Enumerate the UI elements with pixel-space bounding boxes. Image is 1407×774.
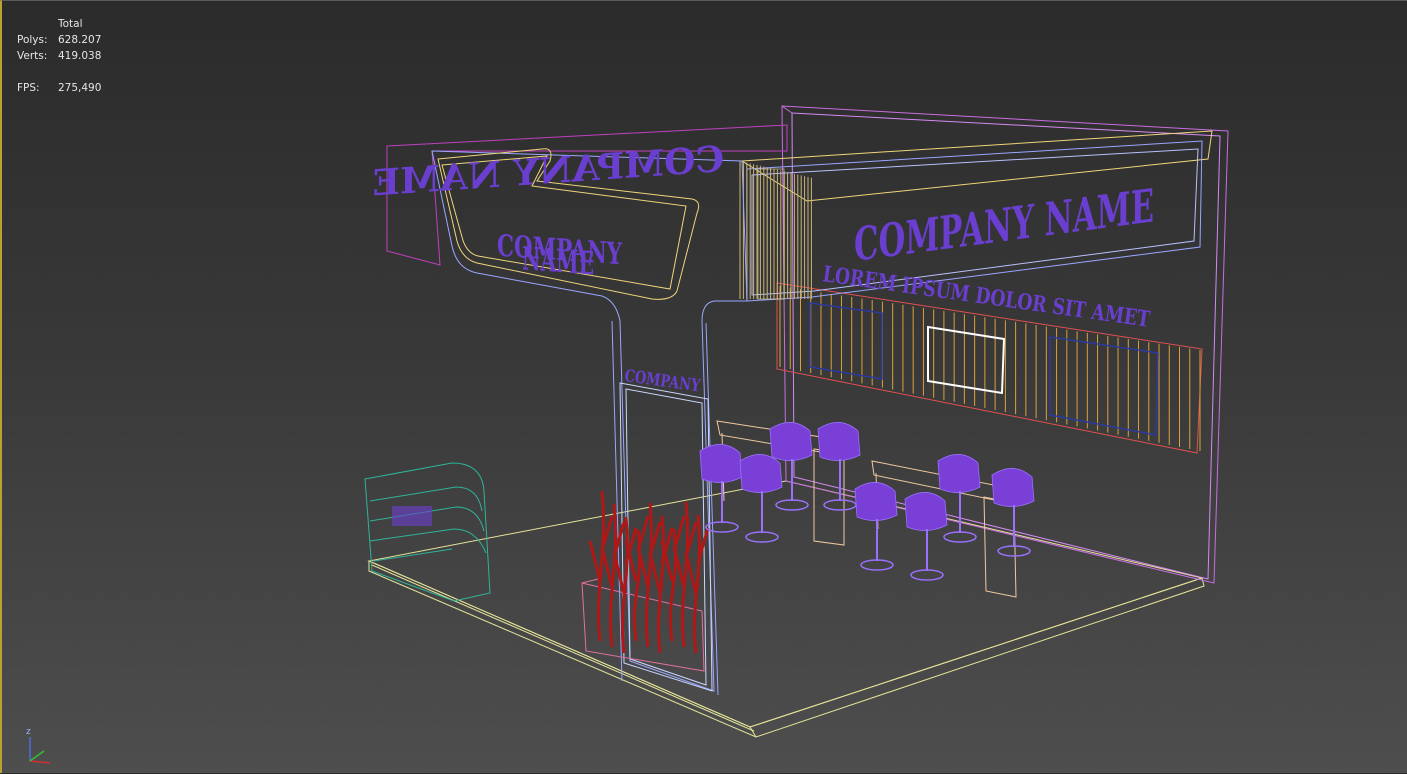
axis-z-label: z [26, 727, 31, 737]
verts-value: 419.038 [58, 50, 102, 62]
booth-wireframe-scene: COMPANY NAME COMPANY NAME COMPANY NAME L… [364, 105, 1229, 738]
column-label: COMPANY [623, 366, 702, 396]
sign-mirrored: COMPANY NAME [373, 138, 724, 205]
viewport-statistics: Total Polys: 628.207 Verts: 419.038 FPS: 27… [17, 16, 101, 96]
floor-platform [367, 480, 1205, 738]
fps-label: FPS: [17, 82, 40, 94]
polys-label: Polys: [17, 34, 48, 46]
header-beam-left [386, 124, 788, 696]
stats-header: Total [58, 18, 83, 30]
axis-gizmo-icon: z [26, 727, 51, 764]
3d-viewport[interactable]: COMPANY NAME COMPANY NAME COMPANY NAME L… [0, 0, 1407, 773]
showcase-counter [364, 462, 491, 602]
sign-right: COMPANY NAME [854, 179, 1154, 272]
verts-label: Verts: [17, 50, 48, 62]
fps-value: 275,490 [58, 82, 102, 94]
polys-value: 628.207 [58, 34, 102, 46]
sign-left-line2: NAME [522, 239, 594, 282]
